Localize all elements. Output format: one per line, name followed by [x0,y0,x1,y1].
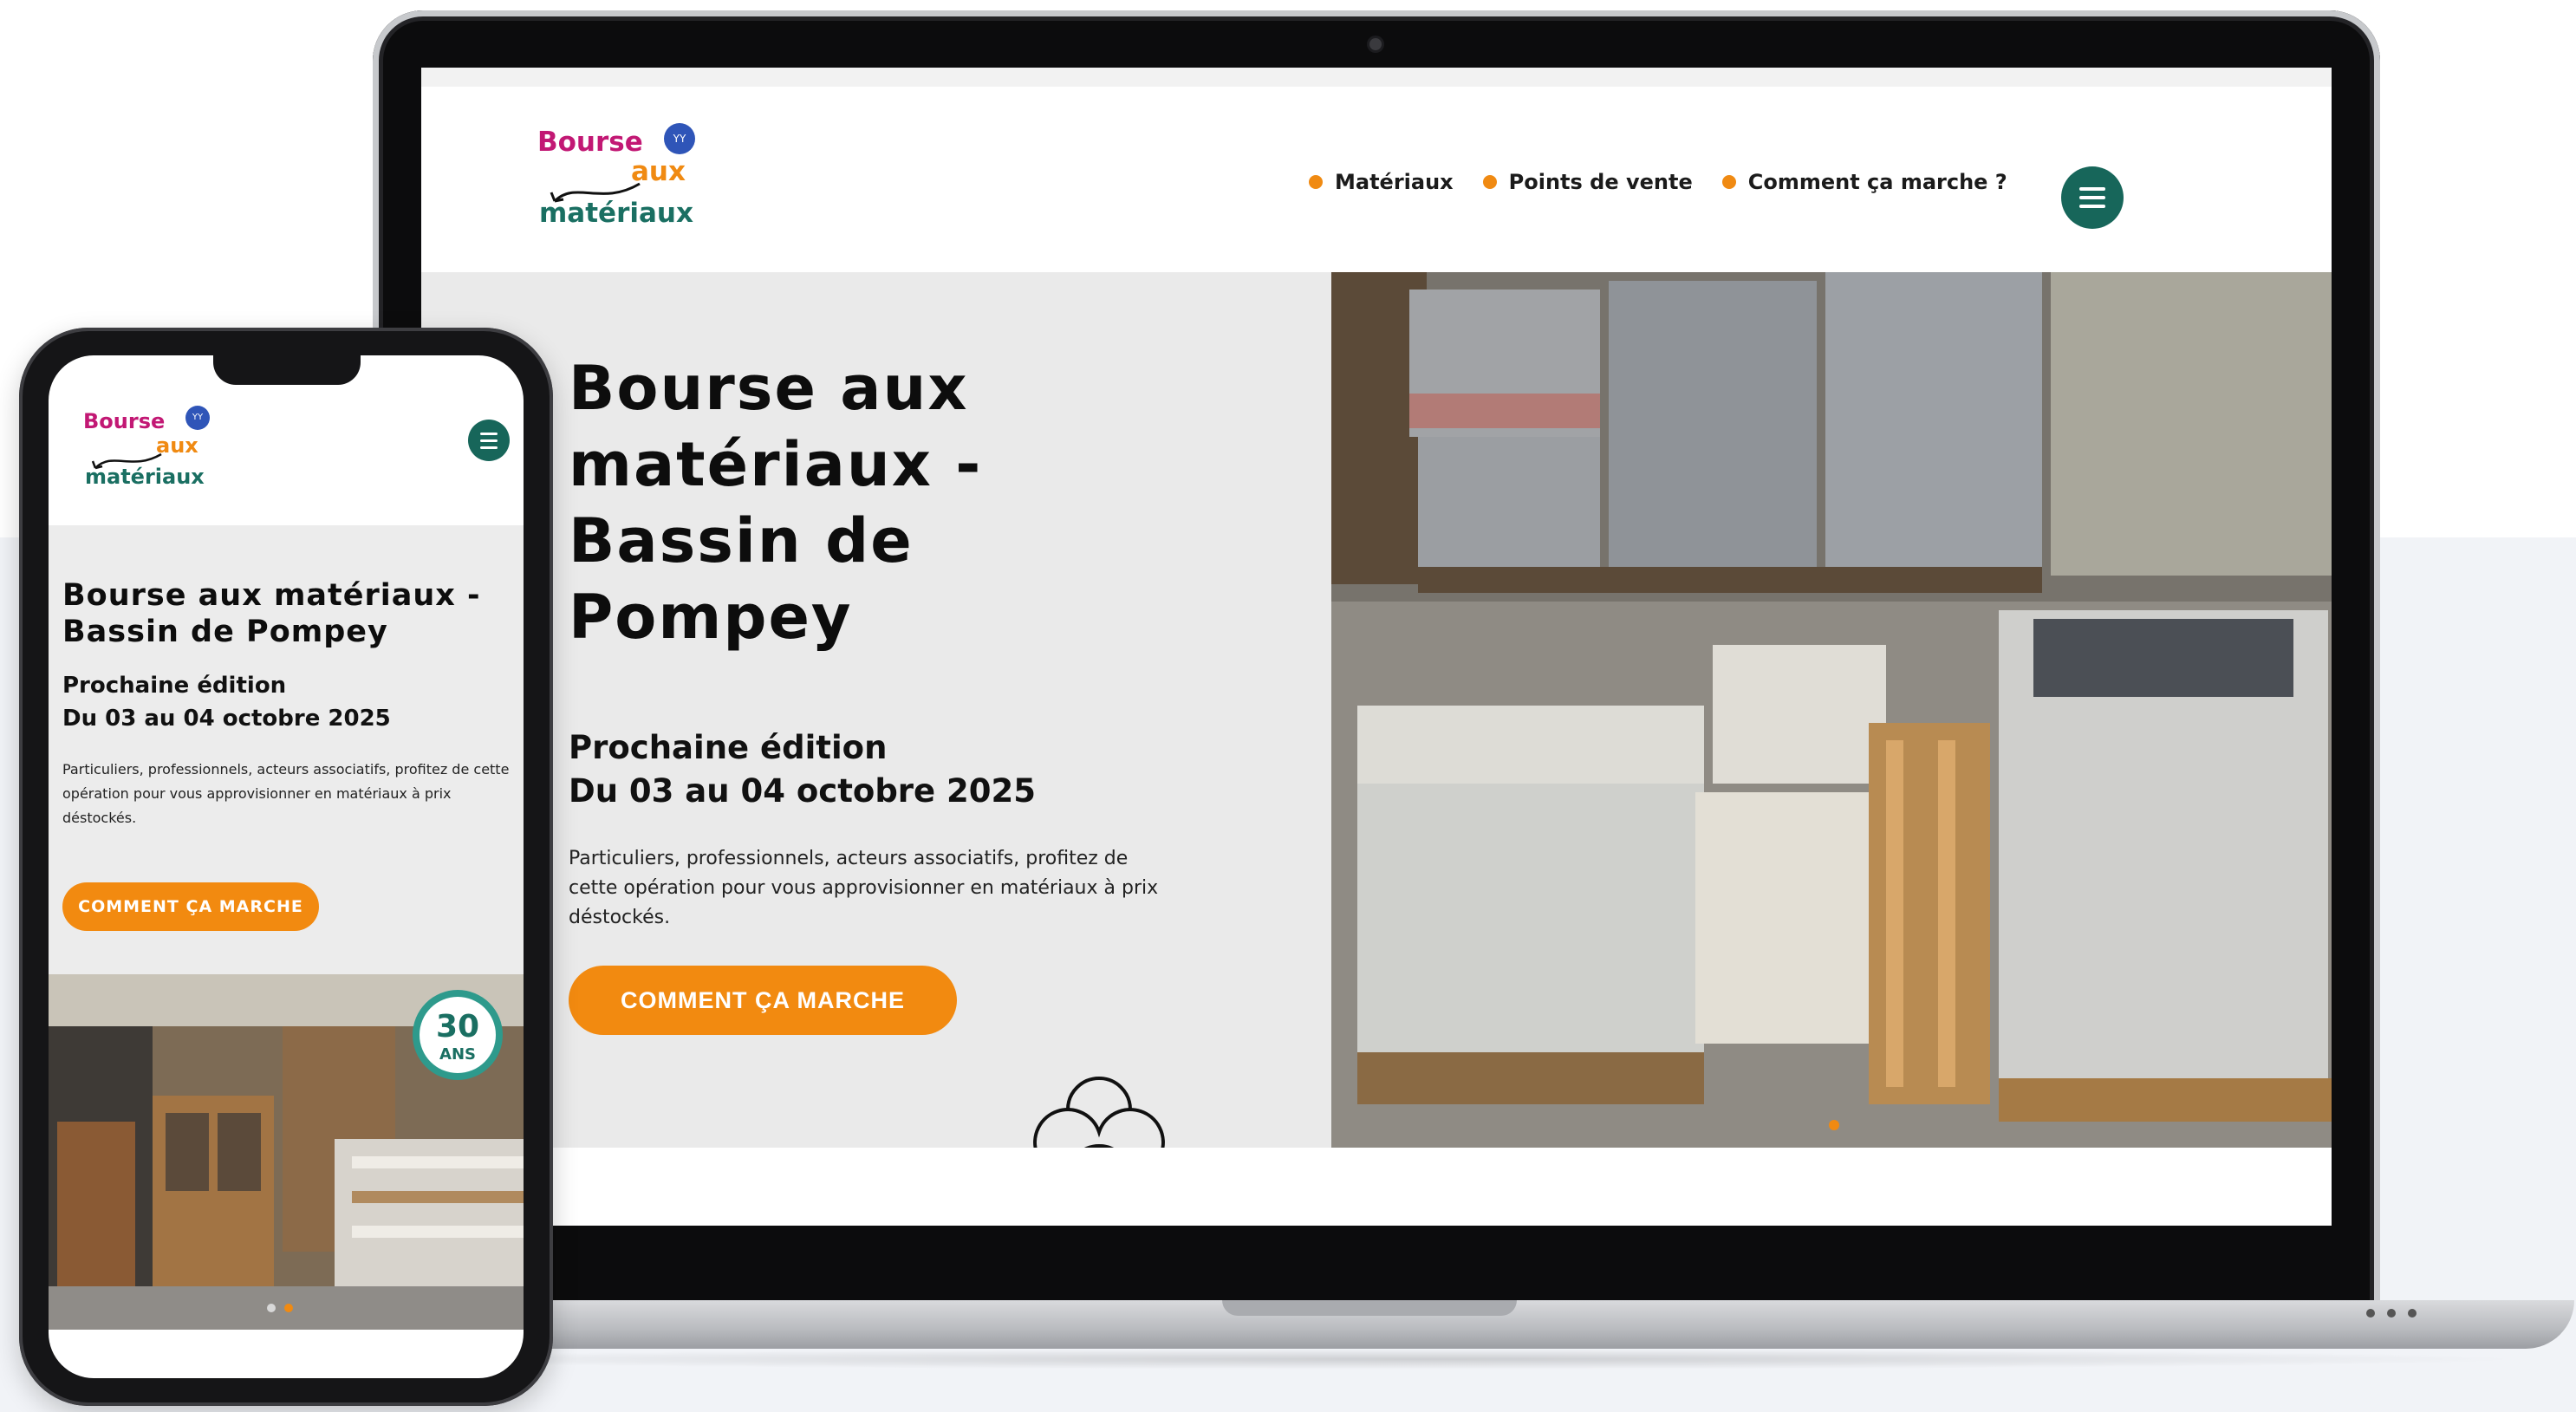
next-edition-label: Prochaine édition [569,729,888,766]
hero-description: Particuliers, professionnels, acteurs as… [569,848,1159,928]
laptop-screen: Bourse YY aux matériaux Matériaux Points… [421,68,2332,1226]
hamburger-menu-button-mobile[interactable] [468,420,510,461]
nav-item-materiaux[interactable]: Matériaux [1309,170,1454,194]
nav-label: Matériaux [1335,170,1454,194]
slider-indicator[interactable] [1829,1120,1839,1130]
hero-photo [1331,272,2332,1148]
phone-notch [213,355,361,385]
slider-dot[interactable] [267,1304,276,1312]
phone-screen: Bourse YY aux matériaux Bourse aux matér… [49,355,524,1378]
screen-footer [421,1148,2332,1226]
logo-word-materiaux: matériaux [85,465,205,489]
slider-indicators [267,1304,293,1312]
logo-badge: YY [664,123,695,154]
next-edition-label: Prochaine édition [62,673,287,699]
anniversary-badge: 30 ANS [413,990,503,1080]
hero-section-mobile: Bourse aux matériaux - Bassin de Pompey … [49,525,524,974]
how-it-works-button[interactable]: COMMENT ÇA MARCHE [62,882,319,931]
bullet-icon [1309,175,1323,189]
hero-section: Bourse aux matériaux - Bassin de Pompey … [421,272,1331,1148]
laptop-bottom-bezel [421,1226,2332,1300]
edition-dates: Du 03 au 04 octobre 2025 [62,706,391,732]
hero-photo-mobile: 30 ANS [49,974,524,1330]
how-it-works-button[interactable]: COMMENT ÇA MARCHE [569,966,957,1035]
site-logo[interactable]: Bourse YY aux matériaux [537,123,728,248]
logo-badge: YY [185,406,210,430]
logo-word-bourse: Bourse [537,127,643,158]
badge-number: 30 [436,1009,479,1044]
edition-dates: Du 03 au 04 octobre 2025 [569,772,1037,810]
phone-frame: Bourse YY aux matériaux Bourse aux matér… [19,328,553,1406]
nav-label: Comment ça marche ? [1747,170,2007,194]
site-logo-mobile[interactable]: Bourse YY aux matériaux [83,406,239,504]
laptop-opening-notch [1222,1300,1517,1316]
hamburger-menu-icon [480,432,498,435]
hero-subtitle: Prochaine édition Du 03 au 04 octobre 20… [62,669,391,735]
hero-subtitle: Prochaine édition Du 03 au 04 octobre 20… [569,726,1036,813]
hamburger-menu-icon [2079,187,2105,191]
hero-description: Particuliers, professionnels, acteurs as… [62,761,510,826]
hero-title: Bourse aux matériaux - Bassin de Pompey [62,578,481,649]
nav-item-comment-ca-marche[interactable]: Comment ça marche ? [1721,170,2007,194]
nav-label: Points de vente [1508,170,1693,194]
pallets-of-tiles-photo [1331,272,2332,1148]
nav-item-points-de-vente[interactable]: Points de vente [1482,170,1693,194]
laptop-shadow [329,1349,2531,1370]
bullet-icon [1482,175,1497,189]
site-header: Bourse YY aux matériaux Matériaux Points… [421,68,2332,291]
hamburger-menu-button[interactable] [2061,166,2124,229]
hero-title: Bourse aux matériaux - Bassin de Pompey [569,353,983,653]
laptop-base-dots [2366,1309,2417,1318]
logo-word-materiaux: matériaux [539,198,693,229]
main-nav: Matériaux Points de vente Comment ça mar… [1309,170,2007,194]
bullet-icon [1721,175,1736,189]
slider-dot-active[interactable] [284,1304,293,1312]
logo-word-bourse: Bourse [83,409,166,433]
laptop-camera [1369,38,1382,50]
badge-unit: ANS [439,1045,476,1064]
